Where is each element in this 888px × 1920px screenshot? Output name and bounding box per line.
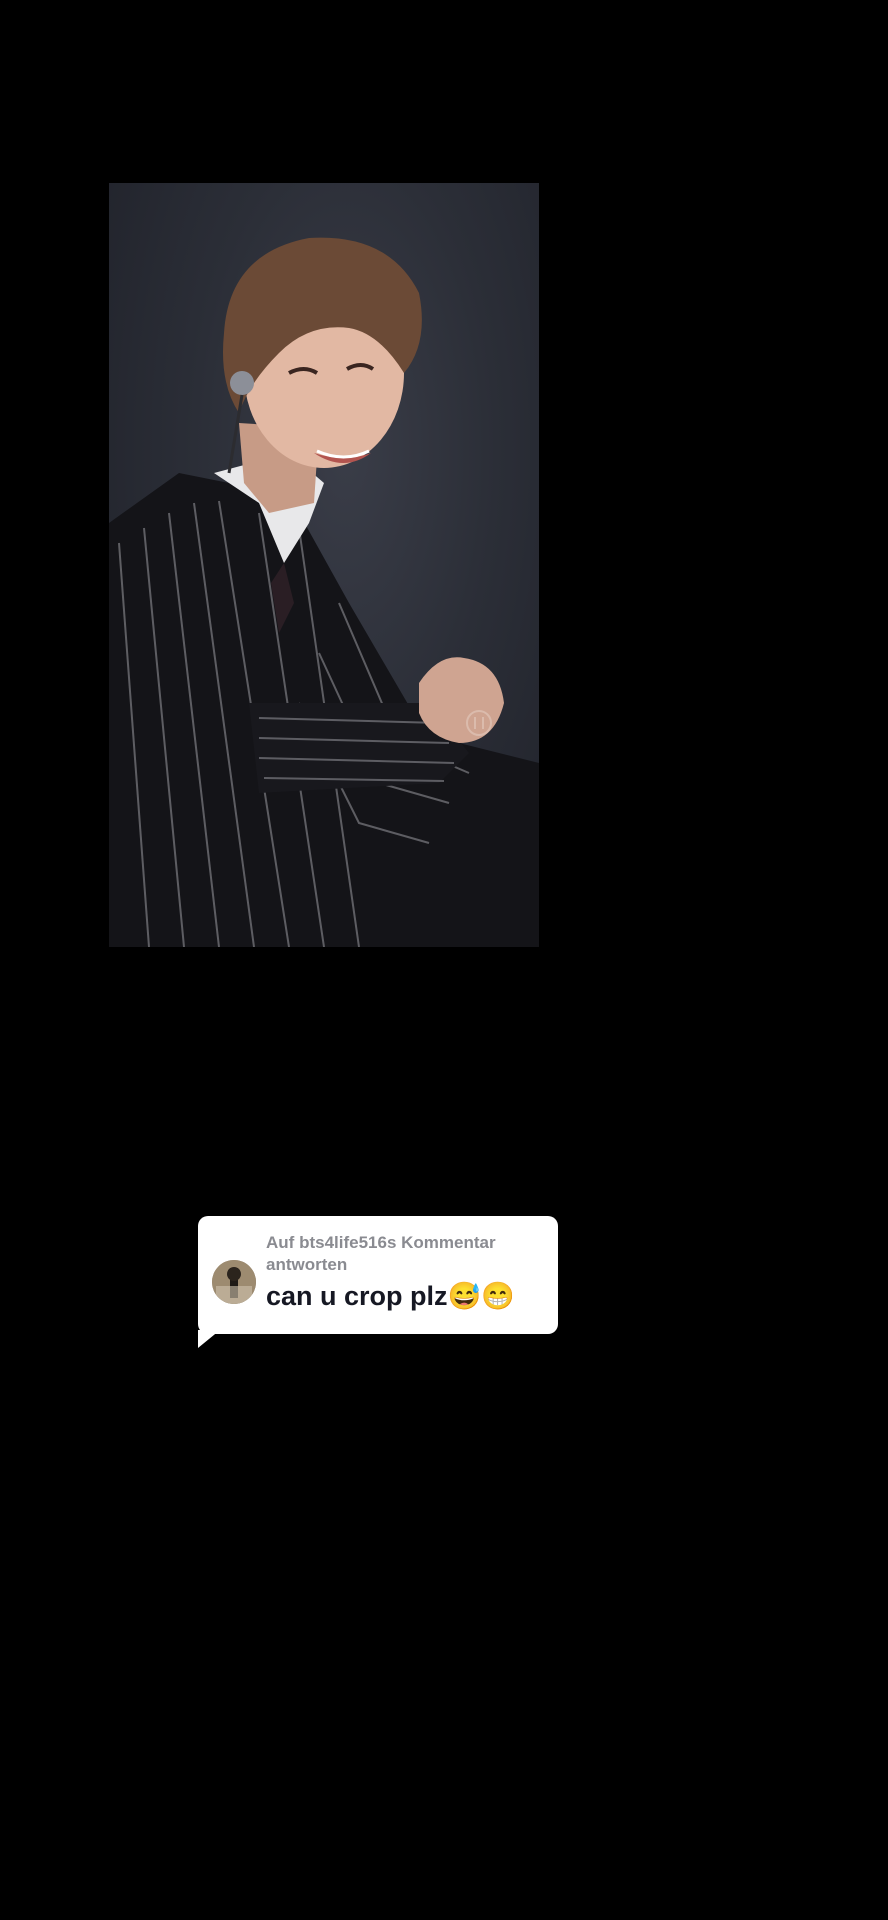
reply-username[interactable]: bts4life516s xyxy=(299,1233,396,1252)
avatar-icon xyxy=(212,1260,256,1304)
screen: { "video": { "watermark_icon": "pause-ic… xyxy=(0,0,888,1920)
video-frame[interactable] xyxy=(109,183,539,947)
user-avatar[interactable] xyxy=(212,1260,256,1304)
reply-prefix: Auf xyxy=(266,1233,295,1252)
reply-comment: can u crop plz😅😁 xyxy=(266,1281,515,1311)
performer-photo xyxy=(109,237,539,947)
reply-meta: Auf bts4life516s Kommentar antworten xyxy=(266,1232,546,1276)
reply-sticker-tail xyxy=(198,1330,220,1348)
reply-sticker[interactable]: Auf bts4life516s Kommentar antworten can… xyxy=(198,1216,558,1334)
